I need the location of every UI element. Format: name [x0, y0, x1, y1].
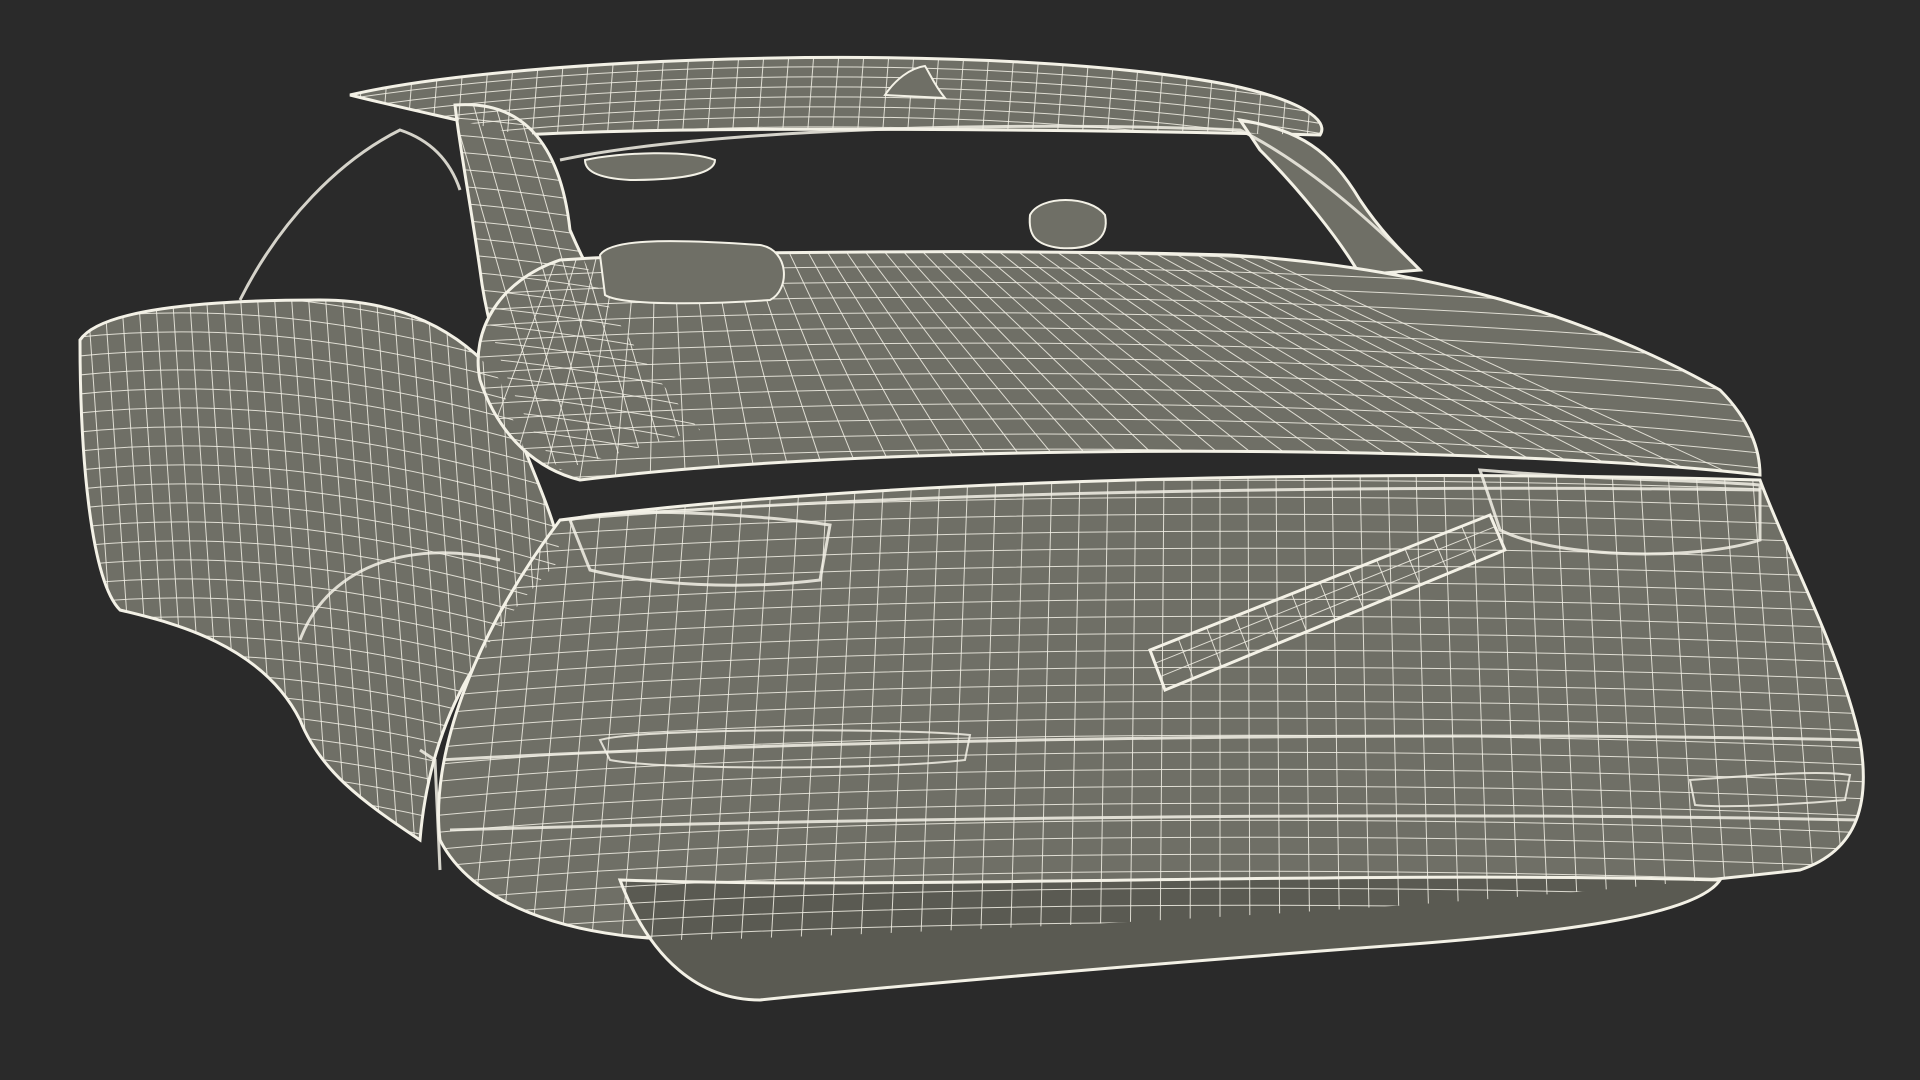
wire-line	[356, 57, 366, 135]
viewport	[0, 0, 1920, 1080]
wireframe-render	[78, 40, 1865, 1002]
rear-mirror	[583, 152, 717, 182]
wire-line	[1332, 40, 1340, 140]
front-headrest	[1028, 199, 1107, 250]
wire-curve	[238, 128, 462, 301]
rear-diffuser	[617, 875, 1723, 1002]
rear-headrest	[598, 240, 785, 305]
wire-line	[332, 40, 340, 140]
